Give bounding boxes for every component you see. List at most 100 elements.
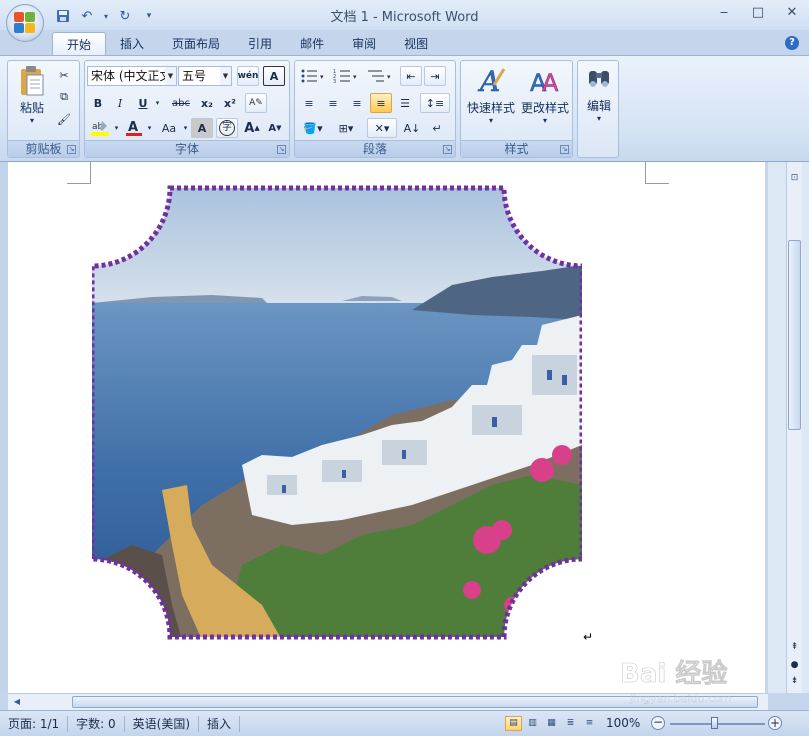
font-size-combo[interactable]: 五号 ▼: [178, 66, 232, 86]
zoom-out-icon[interactable]: −: [651, 716, 665, 730]
font-name-combo[interactable]: 宋体 (中文正文 ▼: [87, 66, 177, 86]
clear-format-button[interactable]: A✎: [245, 93, 267, 113]
change-styles-label: 更改样式: [520, 101, 569, 115]
change-case-button[interactable]: Aa: [157, 118, 181, 138]
full-screen-reading-icon[interactable]: ▥: [524, 716, 541, 731]
multilevel-list-button[interactable]: ▾: [365, 66, 395, 86]
show-marks-button[interactable]: ↵: [426, 118, 448, 138]
previous-page-icon[interactable]: ⇞: [787, 642, 802, 654]
help-icon[interactable]: ?: [785, 36, 799, 50]
editing-button[interactable]: 编辑 ▾: [581, 63, 617, 123]
line-spacing-button[interactable]: ↕≡: [420, 93, 450, 113]
maximize-icon[interactable]: □: [749, 4, 767, 22]
font-color-dropdown-icon[interactable]: ▾: [145, 118, 154, 138]
paste-dropdown-icon[interactable]: ▾: [30, 116, 34, 125]
justify-button[interactable]: ≡: [370, 93, 392, 113]
quick-styles-dropdown-icon[interactable]: ▾: [489, 116, 493, 125]
char-shading-button[interactable]: A: [191, 118, 213, 138]
tab-review[interactable]: 审阅: [338, 32, 390, 56]
browse-object-icon[interactable]: ●: [787, 660, 802, 672]
svg-text:jingyan.baidu.com: jingyan.baidu.com: [629, 692, 732, 705]
align-left-button[interactable]: ≡: [298, 93, 320, 113]
highlight-button[interactable]: ab: [88, 118, 112, 138]
chinese-layout-button[interactable]: ✕▾: [367, 118, 397, 138]
paragraph-group-label: 段落: [295, 140, 455, 157]
font-size-value: 五号: [182, 69, 207, 83]
italic-button[interactable]: I: [110, 93, 130, 113]
tab-view[interactable]: 视图: [390, 32, 442, 56]
tab-references[interactable]: 引用: [234, 32, 286, 56]
sort-button[interactable]: A↓: [401, 118, 423, 138]
editing-dropdown-icon[interactable]: ▾: [597, 114, 601, 123]
clipboard-launcher-icon[interactable]: ↘: [67, 145, 76, 154]
vertical-scroll-thumb[interactable]: [788, 240, 801, 430]
zoom-in-icon[interactable]: +: [768, 716, 782, 730]
close-icon[interactable]: ✕: [783, 4, 801, 22]
minimize-icon[interactable]: ‒: [715, 4, 733, 22]
outline-view-icon[interactable]: ≣: [562, 716, 579, 731]
copy-icon[interactable]: ⧉: [54, 87, 74, 107]
numbering-button[interactable]: 1 2 3 ▾: [331, 66, 361, 86]
char-border-button[interactable]: A: [263, 66, 285, 86]
shrink-font-button[interactable]: A ▼: [264, 118, 286, 138]
quick-styles-button[interactable]: A 快速样式 ▾: [465, 63, 517, 125]
zoom-level[interactable]: 100%: [606, 716, 640, 730]
document-page[interactable]: ↵: [8, 162, 765, 693]
shading-button[interactable]: 🪣▾: [298, 118, 328, 138]
change-case-dropdown-icon[interactable]: ▾: [181, 118, 190, 138]
ruler-toggle-icon[interactable]: ⊡: [787, 170, 802, 186]
increase-indent-button[interactable]: ⇥: [424, 66, 446, 86]
change-styles-button[interactable]: AA 更改样式 ▾: [519, 63, 571, 125]
office-logo-icon: [14, 12, 36, 34]
tab-mailings[interactable]: 邮件: [286, 32, 338, 56]
vertical-scrollbar[interactable]: ⊡ ⇞ ● ⇟: [768, 162, 809, 693]
bullets-button[interactable]: ▾: [298, 66, 328, 86]
paste-label: 粘贴: [19, 101, 44, 115]
tab-home[interactable]: 开始: [52, 32, 107, 56]
font-launcher-icon[interactable]: ↘: [277, 145, 286, 154]
borders-button[interactable]: ⊞▾: [331, 118, 361, 138]
font-color-button[interactable]: A: [123, 118, 145, 138]
subscript-button[interactable]: x₂: [196, 93, 218, 113]
strikethrough-button[interactable]: abc: [167, 93, 195, 113]
word-count[interactable]: 字数: 0: [68, 715, 125, 732]
office-button[interactable]: [6, 4, 44, 42]
paste-button[interactable]: 粘贴 ▾: [14, 65, 50, 125]
quick-styles-icon: A: [477, 65, 506, 98]
draft-view-icon[interactable]: ≡: [581, 716, 598, 731]
enclose-char-button[interactable]: 字: [216, 118, 238, 138]
scroll-left-icon[interactable]: ◀: [10, 695, 24, 709]
font-size-dropdown-icon[interactable]: ▼: [220, 67, 231, 85]
underline-button[interactable]: U: [133, 93, 153, 113]
format-painter-icon[interactable]: 🖌: [54, 109, 74, 129]
editing-group: 编辑 ▾: [577, 60, 619, 158]
styles-launcher-icon[interactable]: ↘: [560, 145, 569, 154]
align-center-button[interactable]: ≡: [322, 93, 344, 113]
web-layout-icon[interactable]: ▦: [543, 716, 560, 731]
language-indicator[interactable]: 英语(美国): [125, 715, 200, 732]
cut-icon[interactable]: ✂: [54, 65, 74, 85]
tab-insert[interactable]: 插入: [106, 32, 158, 56]
superscript-button[interactable]: x²: [219, 93, 241, 113]
underline-dropdown-icon[interactable]: ▾: [153, 93, 162, 113]
page-count[interactable]: 页面: 1/1: [0, 715, 69, 732]
text-cursor-mark: ↵: [583, 630, 594, 644]
insert-mode[interactable]: 插入: [199, 715, 241, 732]
paragraph-launcher-icon[interactable]: ↘: [443, 145, 452, 154]
change-styles-dropdown-icon[interactable]: ▾: [543, 116, 547, 125]
next-page-icon[interactable]: ⇟: [787, 676, 802, 688]
highlight-dropdown-icon[interactable]: ▾: [112, 118, 121, 138]
grow-font-button[interactable]: A ▲: [241, 118, 263, 138]
zoom-slider-thumb[interactable]: [711, 717, 718, 729]
tab-page-layout[interactable]: 页面布局: [158, 32, 234, 56]
print-layout-icon[interactable]: ▤: [505, 716, 522, 731]
phonetic-guide-button[interactable]: wén: [237, 66, 259, 86]
bold-button[interactable]: B: [88, 93, 108, 113]
font-name-dropdown-icon[interactable]: ▼: [165, 67, 176, 85]
santorini-picture[interactable]: [92, 185, 582, 640]
align-right-button[interactable]: ≡: [346, 93, 368, 113]
distributed-button[interactable]: ☰: [394, 93, 416, 113]
decrease-indent-button[interactable]: ⇤: [400, 66, 422, 86]
title-bar: ↶ ▾ ↻ ▾ 文档 1 - Microsoft Word ‒ □ ✕: [0, 0, 809, 30]
margin-corner-mark-left: [67, 162, 91, 184]
